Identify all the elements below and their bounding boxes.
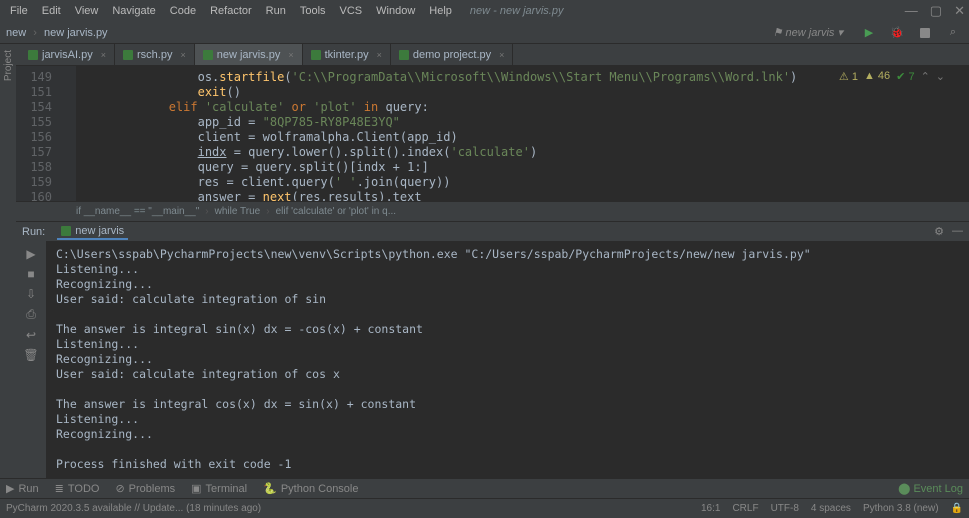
tool-tab-project[interactable]: Project	[3, 50, 14, 81]
crumb-file[interactable]: new jarvis.py	[44, 27, 108, 39]
menu-edit[interactable]: Edit	[36, 3, 67, 19]
editor-tabs: jarvisAI.py×rsch.py×new jarvis.py×tkinte…	[16, 44, 969, 66]
status-interpreter[interactable]: Python 3.8 (new)	[863, 503, 939, 514]
left-tool-strip: Project	[0, 44, 16, 478]
python-file-icon	[28, 50, 38, 60]
gutter-marks	[60, 66, 76, 201]
status-update[interactable]: PyCharm 2020.3.5 available // Update... …	[6, 503, 261, 514]
filter-icon[interactable]: ⎙	[26, 307, 36, 322]
code-breadcrumb[interactable]: if __name__ == "__main__"›while True›eli…	[16, 201, 969, 221]
close-tab-icon[interactable]: ×	[377, 50, 382, 60]
rerun-button[interactable]: ▶	[26, 247, 35, 261]
status-bar: PyCharm 2020.3.5 available // Update... …	[0, 498, 969, 518]
status-indent[interactable]: 4 spaces	[811, 503, 851, 514]
close-tab-icon[interactable]: ×	[101, 50, 106, 60]
tool-todo[interactable]: ≣ TODO	[55, 482, 100, 495]
python-file-icon	[123, 50, 133, 60]
tool-run[interactable]: ▶ Run	[6, 482, 39, 495]
tool-problems[interactable]: ⊘ Problems	[115, 482, 175, 495]
close-icon[interactable]: ✕	[954, 3, 965, 19]
run-label: Run:	[22, 226, 45, 238]
menu-tools[interactable]: Tools	[294, 3, 332, 19]
run-tab[interactable]: new jarvis	[57, 224, 128, 240]
menu-code[interactable]: Code	[164, 3, 202, 19]
inspection-summary[interactable]: ⚠ 1 ▲ 46 ✔ 7 ⌃ ⌄	[839, 70, 945, 83]
run-console: ▶ ■ ⇩ ⎙ ↩ 🗑 C:\Users\sspab\PycharmProjec…	[16, 241, 969, 478]
tool-python-console[interactable]: 🐍 Python Console	[263, 482, 358, 495]
file-tab[interactable]: new jarvis.py×	[195, 44, 303, 65]
run-panel-header: Run: new jarvis ⚙ —	[16, 221, 969, 241]
gutter-linenumbers: 149151154155156157158159160161162	[16, 66, 60, 201]
title-bar: FileEditViewNavigateCodeRefactorRunTools…	[0, 0, 969, 22]
event-log-button[interactable]: ⬤ Event Log	[898, 482, 963, 495]
window-title: new - new jarvis.py	[470, 5, 564, 17]
status-lineending[interactable]: CRLF	[732, 503, 758, 514]
stop-button[interactable]: ■	[27, 267, 34, 281]
file-tab[interactable]: rsch.py×	[115, 44, 195, 65]
run-button[interactable]: ▶	[859, 23, 879, 43]
python-file-icon	[311, 50, 321, 60]
console-output[interactable]: C:\Users\sspab\PycharmProjects\new\venv\…	[46, 241, 969, 478]
more-run-button[interactable]	[915, 23, 935, 43]
menu-vcs[interactable]: VCS	[334, 3, 369, 19]
menu-view[interactable]: View	[69, 3, 105, 19]
code-text[interactable]: os.startfile('C:\\ProgramData\\Microsoft…	[76, 66, 969, 201]
debug-button[interactable]: 🐞	[887, 23, 907, 43]
close-tab-icon[interactable]: ×	[499, 50, 504, 60]
status-caret[interactable]: 16:1	[701, 503, 720, 514]
menu-navigate[interactable]: Navigate	[106, 3, 161, 19]
tool-terminal[interactable]: ▣ Terminal	[191, 482, 247, 495]
gear-icon[interactable]: ⚙	[934, 225, 944, 238]
menu-help[interactable]: Help	[423, 3, 458, 19]
trash-icon[interactable]: 🗑	[23, 348, 38, 362]
run-config-selector[interactable]: ⚑ new jarvis ▾	[765, 26, 851, 39]
menu-run[interactable]: Run	[260, 3, 292, 19]
minimize-icon[interactable]: —	[905, 3, 918, 19]
hide-panel-icon[interactable]: —	[952, 225, 963, 238]
status-encoding[interactable]: UTF-8	[771, 503, 799, 514]
close-tab-icon[interactable]: ×	[180, 50, 185, 60]
maximize-icon[interactable]: ▢	[930, 3, 942, 19]
main-menu: FileEditViewNavigateCodeRefactorRunTools…	[4, 3, 458, 19]
menu-file[interactable]: File	[4, 3, 34, 19]
file-tab[interactable]: jarvisAI.py×	[20, 44, 115, 65]
file-tab[interactable]: demo project.py×	[391, 44, 514, 65]
step-down-icon[interactable]: ⇩	[26, 287, 36, 301]
breadcrumb[interactable]: new › new jarvis.py	[6, 27, 108, 39]
status-lock-icon[interactable]: 🔒	[951, 503, 963, 514]
code-editor[interactable]: 149151154155156157158159160161162 os.sta…	[16, 66, 969, 201]
close-tab-icon[interactable]: ×	[288, 50, 293, 60]
search-everywhere-icon[interactable]: ⌕	[943, 23, 963, 43]
crumb-project[interactable]: new	[6, 27, 26, 39]
menu-window[interactable]: Window	[370, 3, 421, 19]
bottom-tool-strip: ▶ Run ≣ TODO ⊘ Problems ▣ Terminal 🐍 Pyt…	[0, 478, 969, 498]
menu-refactor[interactable]: Refactor	[204, 3, 258, 19]
navigation-bar: new › new jarvis.py ⚑ new jarvis ▾ ▶ 🐞 ⌕	[0, 22, 969, 44]
wrap-icon[interactable]: ↩	[26, 328, 36, 342]
python-file-icon	[399, 50, 409, 60]
python-file-icon	[203, 50, 213, 60]
file-tab[interactable]: tkinter.py×	[303, 44, 391, 65]
